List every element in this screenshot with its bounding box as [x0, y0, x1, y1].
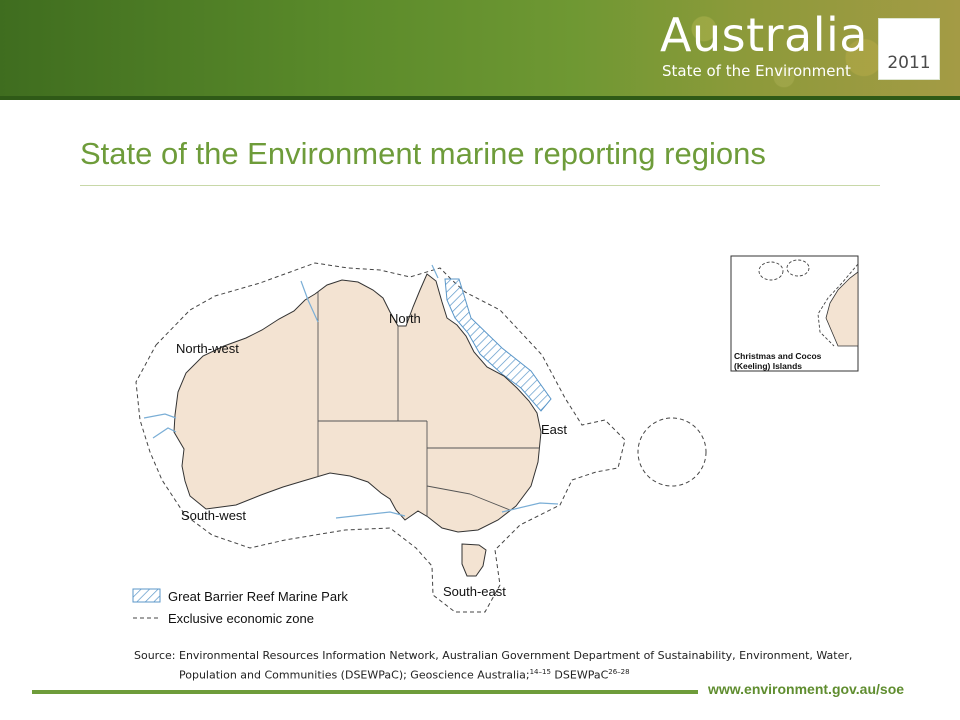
legend-eez-label: Exclusive economic zone	[168, 611, 314, 626]
source-text-3: DSEWPaC	[550, 668, 609, 682]
source-ref-1: 14–15	[529, 668, 551, 676]
source-ref-2: 26–28	[608, 668, 630, 676]
australia-mainland	[173, 273, 542, 533]
marine-regions-map: Christmas and Cocos (Keeling) Islands No…	[132, 255, 859, 626]
inset-label-line2: (Keeling) Islands	[734, 361, 802, 371]
source-text-1: Environmental Resources Information Netw…	[179, 649, 853, 662]
inset-label-line1: Christmas and Cocos	[734, 351, 822, 361]
legend-reef-label: Great Barrier Reef Marine Park	[168, 589, 348, 604]
footer-bar	[32, 690, 698, 694]
source-text-2: Population and Communities (DSEWPaC); Ge…	[179, 668, 530, 682]
label-south-east: South-east	[443, 584, 506, 599]
label-north: North	[389, 311, 421, 326]
tasmania	[461, 543, 487, 577]
label-north-west: North-west	[176, 341, 239, 356]
eez-lord-howe	[637, 417, 707, 487]
label-east: East	[541, 422, 567, 437]
source-prefix: Source:	[134, 649, 176, 662]
source-line-1: Source: Environmental Resources Informat…	[134, 648, 852, 664]
legend-reef-swatch	[132, 588, 161, 603]
source-line-2: Population and Communities (DSEWPaC); Ge…	[179, 664, 630, 684]
label-south-west: South-west	[181, 508, 246, 523]
footer-url[interactable]: www.environment.gov.au/soe	[708, 681, 904, 697]
